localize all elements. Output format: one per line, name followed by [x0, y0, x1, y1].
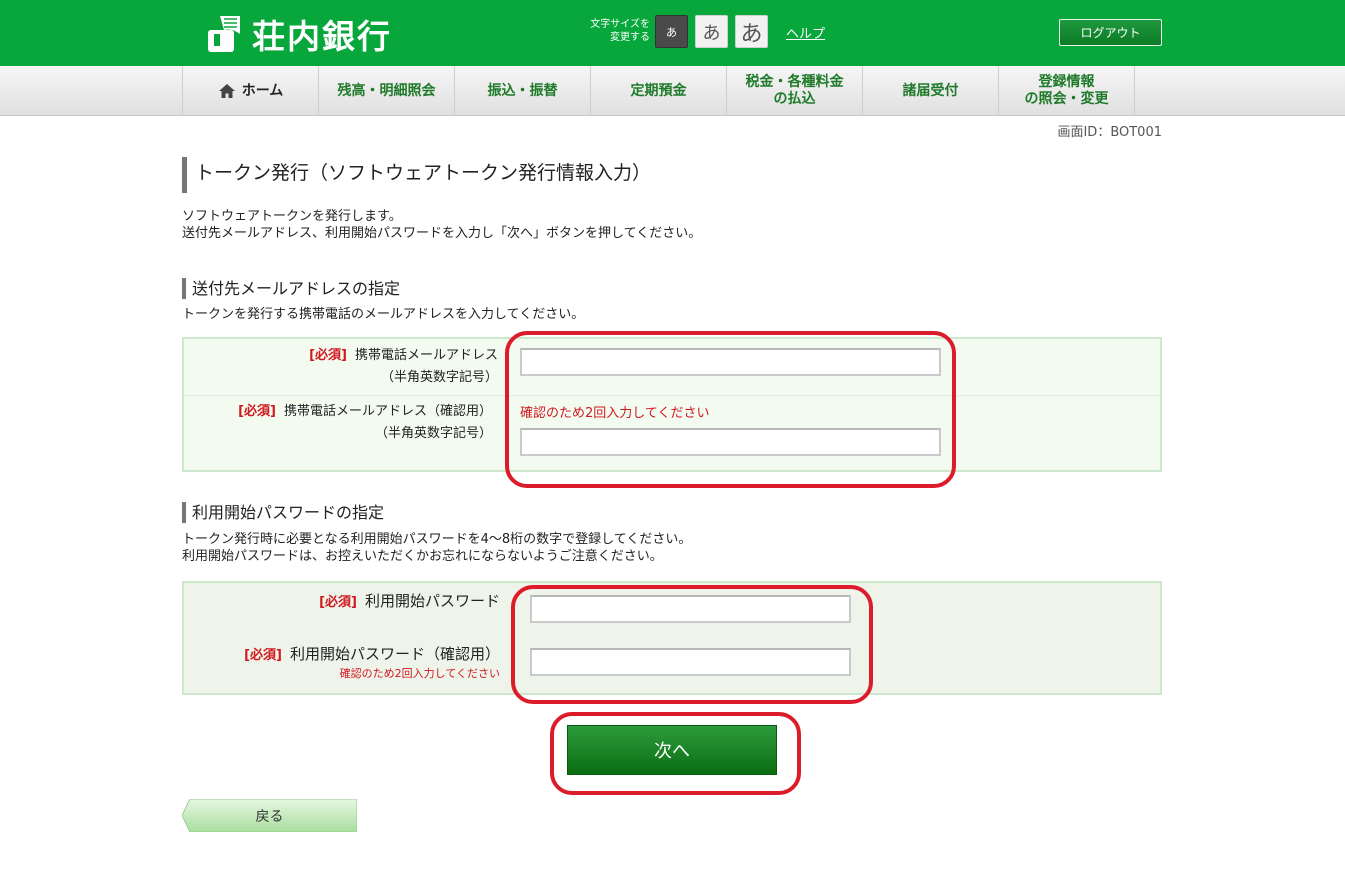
required-badge: [必須] — [319, 595, 357, 610]
password-confirm-field-label: [必須] 利用開始パスワード（確認用） 確認のため2回入力してください — [190, 643, 500, 681]
password-section-title: 利用開始パスワードの指定 — [182, 502, 384, 523]
back-button[interactable]: 戻る — [182, 799, 357, 832]
email-section-desc: トークンを発行する携帯電話のメールアドレスを入力してください。 — [182, 307, 585, 322]
nav-item-tax-payment[interactable]: 税金・各種料金 の払込 — [727, 66, 863, 116]
bank-logo-icon — [208, 16, 240, 52]
header: 荘内銀行 文字サイズを 変更する あ あ あ ヘルプ ログアウト — [0, 0, 1345, 66]
email-confirm-field-label-text: 携帯電話メールアドレス（確認用） — [283, 404, 492, 419]
email-confirm-field-label: [必須] 携帯電話メールアドレス（確認用） （半角英数字記号） — [190, 401, 492, 445]
password-section-desc-line1: トークン発行時に必要となる利用開始パスワードを4～8桁の数字で登録してください。 — [182, 532, 692, 547]
font-size-label-line1: 文字サイズを — [590, 19, 650, 30]
nav-item-home[interactable]: ホーム — [183, 66, 319, 116]
email-fields-highlight — [505, 331, 956, 488]
font-size-small-button[interactable]: あ — [655, 15, 688, 48]
password-confirm-hint: 確認のため2回入力してください — [339, 667, 500, 680]
password-section-desc-line2: 利用開始パスワードは、お控えいただくかお忘れにならないようご注意ください。 — [182, 549, 663, 564]
screen-id: 画面ID：BOT001 — [1057, 125, 1162, 140]
nav-item-transfer[interactable]: 振込・振替 — [455, 66, 591, 116]
nav-item-time-deposit[interactable]: 定期預金 — [591, 66, 727, 116]
email-field-label: [必須] 携帯電話メールアドレス （半角英数字記号） — [190, 345, 498, 389]
main-nav: ホーム 残高・明細照会 振込・振替 定期預金 税金・各種料金 の払込 諸届受付 … — [0, 66, 1345, 116]
email-section-title: 送付先メールアドレスの指定 — [182, 278, 400, 299]
email-confirm-field-sublabel: （半角英数字記号） — [374, 426, 492, 441]
font-size-label: 文字サイズを 変更する — [574, 18, 650, 44]
required-badge: [必須] — [309, 348, 347, 363]
nav-item-home-label: ホーム — [241, 82, 284, 99]
next-button-highlight — [550, 712, 801, 795]
help-link[interactable]: ヘルプ — [786, 23, 825, 42]
password-field-label-text: 利用開始パスワード — [364, 592, 500, 610]
nav-item-balance[interactable]: 残高・明細照会 — [319, 66, 455, 116]
password-section-desc: トークン発行時に必要となる利用開始パスワードを4～8桁の数字で登録してください。… — [182, 531, 691, 565]
nav-item-applications[interactable]: 諸届受付 — [863, 66, 999, 116]
email-field-sublabel: （半角英数字記号） — [380, 370, 498, 385]
page-intro-line1: ソフトウェアトークンを発行します。 — [182, 209, 402, 224]
password-fields-highlight — [511, 585, 873, 704]
page-intro-line2: 送付先メールアドレス、利用開始パスワードを入力し「次へ」ボタンを押してください。 — [182, 226, 702, 241]
bank-logo[interactable]: 荘内銀行 — [206, 12, 392, 56]
bank-name: 荘内銀行 — [252, 17, 392, 56]
font-size-medium-button[interactable]: あ — [695, 15, 728, 48]
email-field-label-text: 携帯電話メールアドレス — [354, 348, 498, 363]
nav-item-registration-info[interactable]: 登録情報 の照会・変更 — [999, 66, 1135, 116]
page-intro: ソフトウェアトークンを発行します。 送付先メールアドレス、利用開始パスワードを入… — [182, 208, 701, 242]
font-size-large-button[interactable]: あ — [735, 15, 768, 48]
font-size-label-line2: 変更する — [610, 32, 650, 43]
page-title: トークン発行（ソフトウェアトークン発行情報入力） — [182, 157, 651, 193]
required-badge: [必須] — [238, 404, 276, 419]
password-field-label: [必須] 利用開始パスワード — [190, 590, 500, 614]
required-badge: [必須] — [244, 648, 282, 663]
home-icon — [218, 84, 235, 98]
password-confirm-field-label-text: 利用開始パスワード（確認用） — [289, 645, 500, 663]
back-button-label: 戻る — [255, 808, 284, 825]
logout-button[interactable]: ログアウト — [1059, 19, 1162, 46]
